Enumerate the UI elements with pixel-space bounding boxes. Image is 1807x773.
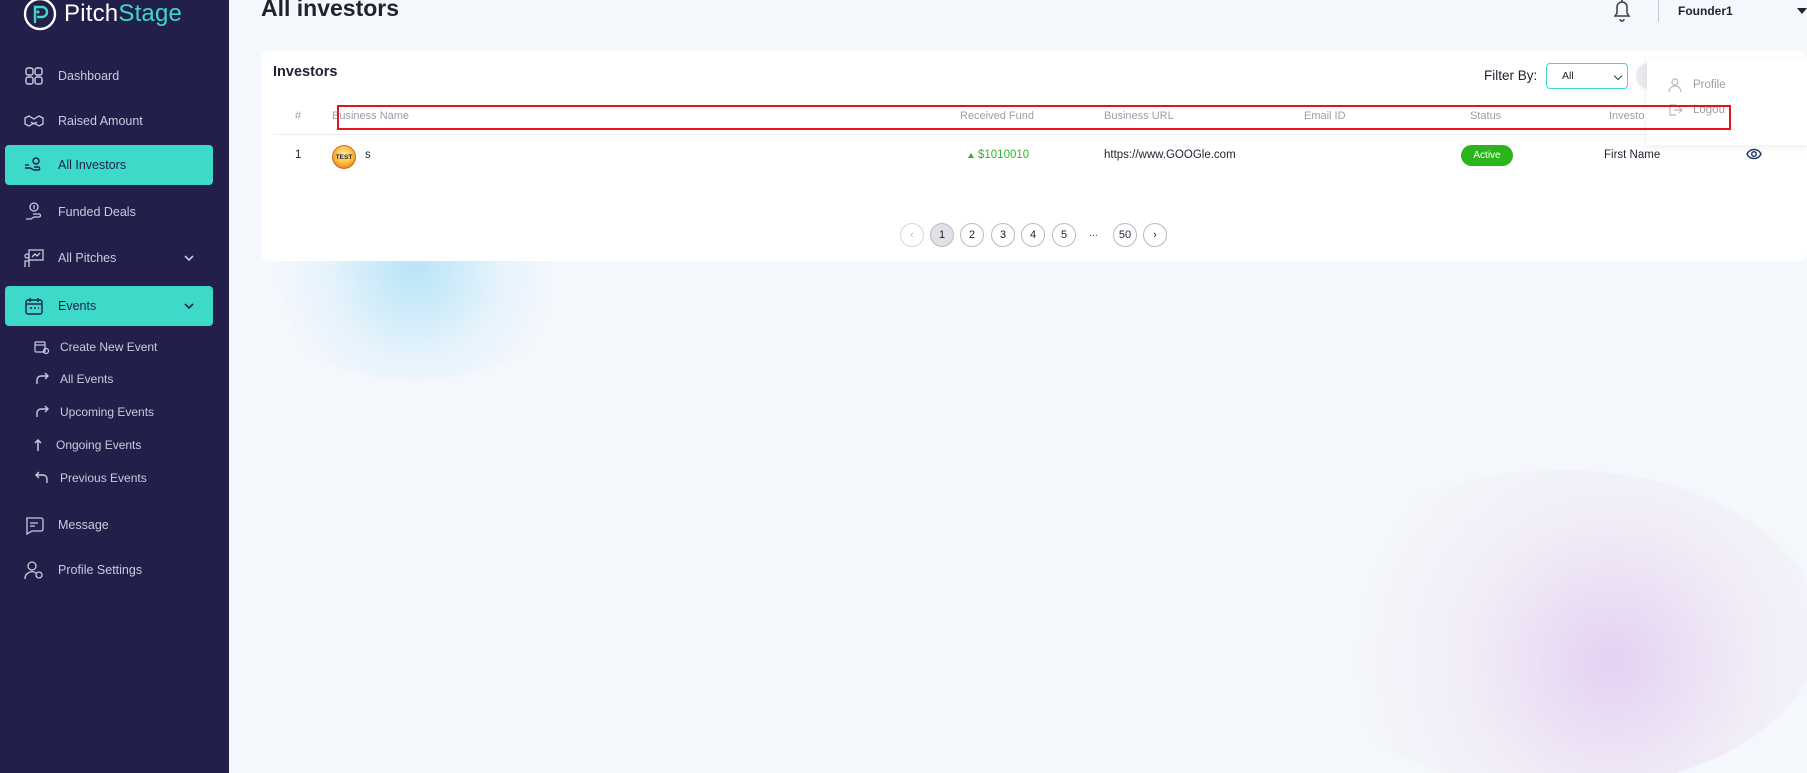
chevron-down-icon: [184, 255, 194, 262]
row-index: 1: [295, 149, 302, 161]
card-title: Investors: [273, 64, 338, 80]
user-icon: [1668, 78, 1682, 93]
redo-arrow-icon: [36, 405, 49, 417]
user-gear-icon: [24, 561, 43, 580]
sidebar-item-message[interactable]: Message: [5, 505, 213, 545]
logo-icon: [23, 0, 57, 31]
menu-item-label: Logou: [1693, 104, 1725, 116]
column-header-index: #: [295, 110, 302, 122]
sub-item-upcoming-events[interactable]: Upcoming Events: [34, 401, 154, 423]
column-header-business-url: Business URL: [1104, 110, 1174, 122]
sub-item-create-new-event[interactable]: Create New Event: [34, 336, 157, 358]
sub-item-all-events[interactable]: All Events: [34, 368, 113, 390]
pagination-page-3[interactable]: 3: [991, 223, 1015, 247]
sidebar-item-label: Dashboard: [58, 69, 120, 83]
brand-logo[interactable]: PitchStage: [22, 0, 182, 32]
sub-item-label: Upcoming Events: [60, 405, 155, 419]
sidebar-item-raised-amount[interactable]: Raised Amount: [5, 101, 213, 141]
status-badge: Active: [1461, 145, 1513, 166]
pagination-prev[interactable]: ‹: [900, 223, 924, 247]
filter-select-value: All: [1562, 70, 1574, 82]
background-blob-purple: [1300, 470, 1807, 773]
business-name: s: [365, 149, 371, 161]
money-hand-icon: [26, 202, 42, 220]
sidebar-item-funded-deals[interactable]: Funded Deals: [5, 192, 213, 232]
filter-label: Filter By:: [1484, 68, 1538, 83]
header-divider: [1658, 0, 1659, 22]
pagination-page-2[interactable]: 2: [960, 223, 984, 247]
menu-item-logout[interactable]: Logou: [1667, 102, 1725, 118]
business-url[interactable]: https://www.GOOGle.com: [1104, 149, 1236, 161]
received-fund: $1010010: [968, 149, 1029, 161]
filter-select[interactable]: All: [1546, 63, 1628, 89]
business-avatar: TEST: [332, 145, 356, 169]
grid-icon: [25, 67, 43, 85]
caret-down-icon[interactable]: [1797, 8, 1807, 14]
handshake-icon: [24, 115, 44, 127]
column-header-business-name: Business Name: [332, 110, 410, 122]
pagination-ellipsis: ...: [1089, 227, 1099, 239]
sidebar-item-profile-settings[interactable]: Profile Settings: [5, 550, 213, 590]
calendar-icon: [25, 298, 43, 315]
brand-name: PitchStage: [64, 0, 183, 27]
sidebar-item-label: Message: [58, 518, 109, 532]
sub-item-label: Ongoing Events: [56, 438, 142, 452]
pagination-page-1[interactable]: 1: [930, 223, 954, 247]
user-menu-name[interactable]: Founder1: [1678, 4, 1733, 18]
header-divider-line: [273, 134, 1807, 135]
trend-up-icon: [968, 152, 974, 158]
sidebar-item-label: Profile Settings: [58, 563, 143, 577]
investor-hand-icon: [25, 157, 41, 171]
sidebar-item-all-investors[interactable]: All Investors: [5, 145, 213, 185]
investors-card: Investors Filter By: All # Business Name…: [261, 51, 1807, 261]
presentation-icon: [24, 249, 44, 267]
sub-item-label: Create New Event: [60, 340, 158, 354]
calendar-gear-icon: [34, 341, 50, 355]
pagination-next[interactable]: ›: [1143, 223, 1167, 247]
sidebar-item-label: All Investors: [58, 158, 127, 172]
chevron-down-icon: [1613, 71, 1623, 81]
sidebar-item-label: Events: [58, 299, 97, 313]
column-header-received-fund: Received Fund: [960, 110, 1034, 122]
column-header-investor: Investo: [1609, 110, 1645, 122]
redo-arrow-icon: [36, 372, 49, 384]
undo-arrow-icon: [35, 471, 48, 483]
sidebar: PitchStage Dashboard Raised Amount All I…: [0, 0, 229, 773]
logout-icon: [1669, 104, 1683, 116]
pagination-page-last[interactable]: 50: [1113, 223, 1137, 247]
sub-item-label: Previous Events: [60, 471, 147, 485]
user-dropdown-menu: Profile Logou: [1647, 57, 1807, 145]
sidebar-item-label: All Pitches: [58, 251, 117, 265]
sidebar-item-label: Funded Deals: [58, 205, 136, 219]
investor-name: First Name: [1604, 149, 1661, 161]
chat-icon: [26, 517, 44, 536]
column-header-status: Status: [1470, 110, 1502, 122]
sidebar-item-dashboard[interactable]: Dashboard: [5, 56, 213, 96]
sidebar-item-events[interactable]: Events: [5, 286, 213, 326]
sub-item-ongoing-events[interactable]: Ongoing Events: [30, 434, 141, 456]
sidebar-item-all-pitches[interactable]: All Pitches: [5, 238, 213, 278]
page-title: All investors: [261, 0, 400, 21]
sub-item-label: All Events: [60, 372, 114, 386]
chevron-down-icon: [184, 303, 194, 310]
eye-icon[interactable]: [1746, 147, 1762, 161]
pagination-page-5[interactable]: 5: [1052, 223, 1076, 247]
column-header-email-id: Email ID: [1304, 110, 1346, 122]
up-arrow-icon: [34, 438, 42, 451]
menu-item-label: Profile: [1693, 79, 1726, 91]
sub-item-previous-events[interactable]: Previous Events: [34, 467, 147, 489]
bell-icon[interactable]: [1608, 0, 1636, 24]
sidebar-item-label: Raised Amount: [58, 114, 143, 128]
menu-item-profile[interactable]: Profile: [1667, 77, 1726, 93]
pagination-page-4[interactable]: 4: [1021, 223, 1045, 247]
